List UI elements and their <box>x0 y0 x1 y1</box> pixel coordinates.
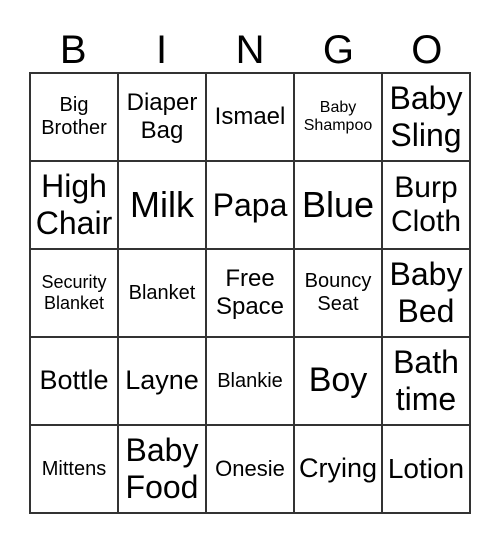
bingo-cell[interactable]: Crying <box>294 425 382 513</box>
bingo-cell[interactable]: Bouncy Seat <box>294 249 382 337</box>
bingo-cell[interactable]: Baby Shampoo <box>294 73 382 161</box>
bingo-cell[interactable]: Diaper Bag <box>118 73 206 161</box>
bingo-cell[interactable]: Blanket <box>118 249 206 337</box>
bingo-cell[interactable]: Papa <box>206 161 294 249</box>
bingo-grid: Big Brother Diaper Bag Ismael Baby Shamp… <box>29 72 471 514</box>
bingo-cell[interactable]: Blue <box>294 161 382 249</box>
bingo-cell[interactable]: Security Blanket <box>30 249 118 337</box>
header-letter-o: O <box>411 28 443 72</box>
header-letter-g: G <box>322 28 354 72</box>
bingo-cell[interactable]: Mittens <box>30 425 118 513</box>
header-letter-i: I <box>156 28 168 72</box>
bingo-cell[interactable]: Bottle <box>30 337 118 425</box>
free-space-cell[interactable]: Free Space <box>206 249 294 337</box>
bingo-cell[interactable]: Big Brother <box>30 73 118 161</box>
bingo-cell[interactable]: Layne <box>118 337 206 425</box>
bingo-cell[interactable]: Ismael <box>206 73 294 161</box>
bingo-cell[interactable]: Burp Cloth <box>382 161 470 249</box>
header-letter-n: N <box>235 28 265 72</box>
bingo-cell[interactable]: Baby Sling <box>382 73 470 161</box>
header-letter-b: B <box>59 28 87 72</box>
bingo-header: B I N G O <box>29 28 471 72</box>
bingo-cell[interactable]: Bath time <box>382 337 470 425</box>
bingo-cell[interactable]: Onesie <box>206 425 294 513</box>
bingo-cell[interactable]: Baby Bed <box>382 249 470 337</box>
bingo-cell[interactable]: Milk <box>118 161 206 249</box>
bingo-cell[interactable]: Boy <box>294 337 382 425</box>
bingo-cell[interactable]: Baby Food <box>118 425 206 513</box>
bingo-cell[interactable]: Lotion <box>382 425 470 513</box>
bingo-cell[interactable]: Blankie <box>206 337 294 425</box>
bingo-cell[interactable]: High Chair <box>30 161 118 249</box>
